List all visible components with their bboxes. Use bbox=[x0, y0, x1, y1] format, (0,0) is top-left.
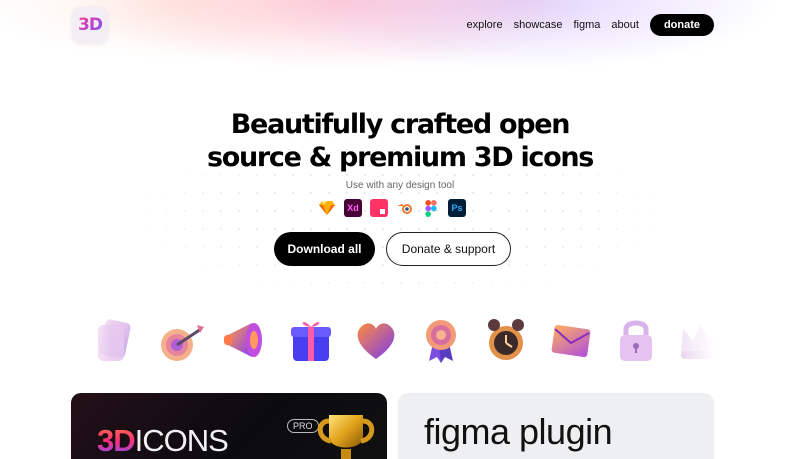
hero-title-line-1: Beautifully crafted open bbox=[230, 109, 571, 140]
donate-support-button[interactable]: Donate & support bbox=[386, 232, 511, 266]
figma-icon bbox=[422, 199, 440, 217]
invision-icon bbox=[370, 199, 388, 217]
hero-subtitle: Use with any design tool bbox=[345, 180, 455, 191]
heart-icon[interactable] bbox=[352, 315, 400, 365]
alarm-clock-icon[interactable] bbox=[482, 315, 530, 365]
megaphone-icon[interactable] bbox=[222, 315, 270, 365]
nav-about[interactable]: about bbox=[611, 19, 639, 31]
trophy-icon bbox=[317, 415, 375, 459]
medal-icon[interactable] bbox=[417, 315, 465, 365]
brand-3d-text: 3D bbox=[97, 423, 136, 458]
figma-plugin-card[interactable]: figma plugin bbox=[398, 393, 714, 459]
nav-figma[interactable]: figma bbox=[574, 19, 601, 31]
crown-icon[interactable] bbox=[677, 315, 725, 365]
figma-plugin-title: figma plugin bbox=[424, 411, 613, 452]
gift-box-icon[interactable] bbox=[287, 315, 335, 365]
logo-text: 3D bbox=[78, 15, 103, 35]
photoshop-icon: Ps bbox=[448, 199, 466, 217]
hero-title: Beautifully crafted open source & premiu… bbox=[0, 108, 800, 174]
pro-card[interactable]: 3DICONS PRO bbox=[71, 393, 387, 459]
target-dart-icon[interactable] bbox=[157, 315, 205, 365]
logo[interactable]: 3D bbox=[72, 7, 108, 43]
donate-button[interactable]: donate bbox=[649, 14, 714, 36]
hero-title-line-2: source & premium 3D icons bbox=[206, 142, 594, 173]
design-tools-row: Xd Ps bbox=[318, 199, 466, 217]
adobe-xd-icon: Xd bbox=[344, 199, 362, 217]
nav-explore[interactable]: explore bbox=[467, 19, 503, 31]
icon-carousel[interactable] bbox=[72, 307, 721, 373]
download-all-button[interactable]: Download all bbox=[274, 232, 375, 266]
top-nav: explore showcase figma about donate bbox=[467, 14, 714, 36]
blender-icon bbox=[396, 199, 414, 217]
padlock-icon[interactable] bbox=[612, 315, 660, 365]
sketch-icon bbox=[318, 199, 336, 217]
nav-showcase[interactable]: showcase bbox=[514, 19, 563, 31]
envelope-icon[interactable] bbox=[547, 315, 595, 365]
notebook-icon[interactable] bbox=[92, 315, 140, 365]
brand-icons-text: ICONS bbox=[134, 423, 229, 458]
pro-brand: 3DICONS bbox=[97, 423, 229, 459]
